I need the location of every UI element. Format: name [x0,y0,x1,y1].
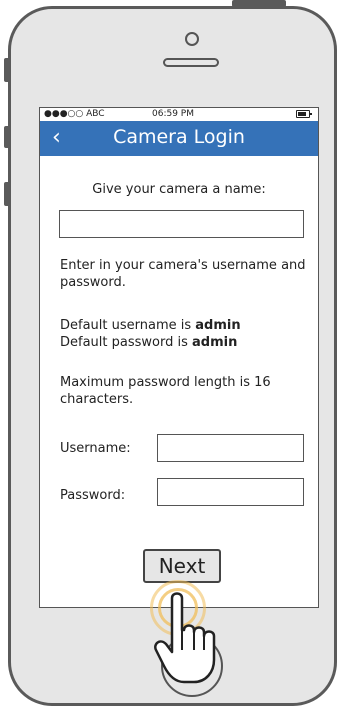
next-button[interactable]: Next [143,549,221,583]
default-password-line: Default password is admin [60,334,310,351]
camera-name-input[interactable] [59,210,304,238]
password-label: Password: [60,488,126,503]
front-camera-icon [185,32,199,46]
volume-down-button[interactable] [4,182,10,206]
carrier-signal: ●●●○○ ABC [44,109,105,119]
power-button[interactable] [232,0,286,7]
navigation-bar: ‹ Camera Login [40,121,318,156]
default-password-value: admin [192,335,238,350]
default-username-value: admin [195,318,241,333]
pointing-hand-icon [154,592,216,684]
camera-name-prompt: Give your camera a name: [92,182,266,197]
default-password-prefix: Default password is [60,335,192,350]
earpiece-speaker [163,58,219,67]
phone-screen: ●●●○○ ABC 06:59 PM ‹ Camera Login Give y… [39,107,319,608]
max-length-note: Maximum password length is 16 characters… [60,375,271,407]
page-title: Camera Login [113,126,245,148]
status-bar: ●●●○○ ABC 06:59 PM [40,108,318,121]
username-label: Username: [60,441,131,456]
username-input[interactable] [157,434,304,462]
default-username-line: Default username is admin [60,317,310,334]
mute-switch[interactable] [4,58,10,82]
password-input[interactable] [157,478,304,506]
status-time: 06:59 PM [152,109,194,119]
battery-icon [296,110,312,118]
instructions-text: Enter in your camera's username and pass… [60,258,306,290]
default-username-prefix: Default username is [60,318,196,333]
volume-up-button[interactable] [4,126,10,148]
